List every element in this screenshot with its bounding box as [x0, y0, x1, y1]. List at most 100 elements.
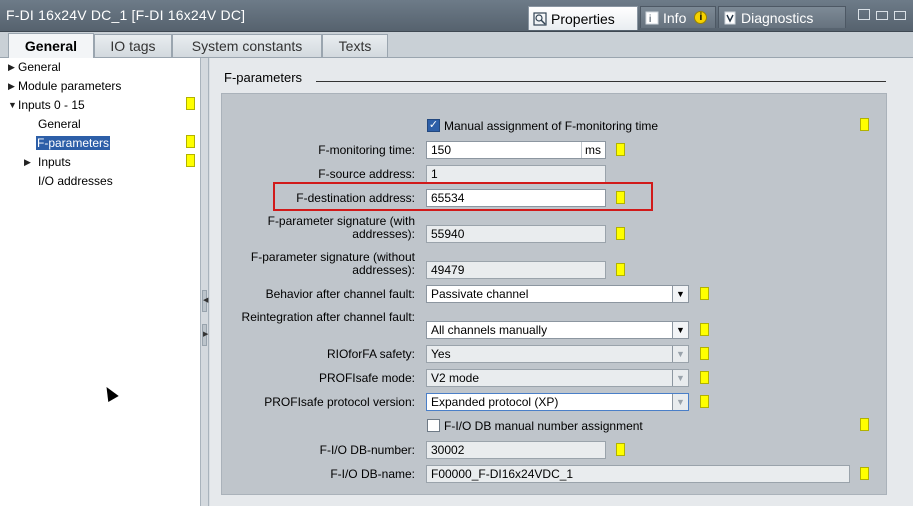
destination-address-label: F-destination address: [296, 191, 415, 205]
collapse-left-icon[interactable]: ◀ [202, 290, 208, 312]
diagnostics-tab-label: Diagnostics [741, 9, 814, 26]
warning-flag-icon [700, 287, 709, 300]
signature-without-field: 49479 [426, 261, 606, 279]
monitoring-time-input[interactable]: 150 ms [426, 141, 606, 159]
warning-flag-icon [616, 443, 625, 456]
manual-monitoring-checkbox[interactable]: ✓ [427, 119, 440, 132]
tree-item-f-parameters[interactable]: F-parameters [34, 135, 112, 151]
tab-texts[interactable]: Texts [322, 34, 388, 57]
db-manual-checkbox[interactable] [427, 419, 440, 432]
tree-item-label: Inputs [38, 155, 71, 169]
tab-io-tags[interactable]: IO tags [94, 34, 172, 57]
db-name-label: F-I/O DB-name: [330, 467, 415, 481]
reintegration-value: All channels manually [431, 323, 548, 337]
profisafe-mode-value: V2 mode [431, 371, 480, 385]
tree-item-io-addresses[interactable]: I/O addresses [38, 173, 113, 189]
behavior-fault-value: Passivate channel [431, 287, 529, 301]
f-parameters-panel: ✓ Manual assignment of F-monitoring time… [221, 93, 887, 495]
warning-flag-icon [860, 118, 869, 131]
riofofa-label: RIOforFA safety: [326, 347, 415, 361]
db-manual-label: F-I/O DB manual number assignment [444, 419, 643, 433]
maximize-icon[interactable] [894, 11, 906, 20]
warning-flag-icon [700, 347, 709, 360]
manual-monitoring-label: Manual assignment of F-monitoring time [444, 119, 659, 133]
diagnostics-icon [723, 11, 737, 25]
warning-flag-icon [186, 135, 195, 148]
tree-item-label: General [38, 117, 81, 131]
tree-item-inputs-0-15[interactable]: ▼ Inputs 0 - 15 [8, 97, 85, 113]
dropdown-arrow-icon: ▼ [672, 370, 688, 386]
navigation-tree: ▶ General ▶ Module parameters ▼ Inputs 0… [0, 58, 201, 506]
signature-without-label: F-parameter signature (without addresses… [250, 250, 415, 277]
properties-content: F-parameters ✓ Manual assignment of F-mo… [210, 58, 913, 506]
tree-item-label: F-parameters [34, 135, 112, 151]
window-title: F-DI 16x24V DC_1 [F-DI 16x24V DC] [6, 7, 246, 23]
behavior-fault-label: Behavior after channel fault: [265, 287, 415, 301]
inspector-tabs: General IO tags System constants Texts [0, 32, 913, 58]
properties-tab-label: Properties [551, 10, 615, 27]
warning-flag-icon [186, 97, 195, 110]
riofofa-value: Yes [431, 347, 451, 361]
warning-flag-icon [616, 227, 625, 240]
monitoring-time-value: 150 [431, 143, 452, 157]
tree-item-label: General [18, 60, 61, 74]
info-tab[interactable]: i Info i [640, 6, 716, 28]
profisafe-protocol-label: PROFIsafe protocol version: [264, 395, 415, 409]
db-number-label: F-I/O DB-number: [319, 443, 415, 457]
warning-flag-icon [186, 154, 195, 167]
expand-arrow-icon[interactable]: ▶ [8, 62, 18, 73]
restore-icon[interactable] [858, 9, 870, 20]
info-tab-label: Info [663, 9, 687, 26]
info-warning-icon: i [694, 11, 708, 24]
warning-flag-icon [616, 263, 625, 276]
title-bar: F-DI 16x24V DC_1 [F-DI 16x24V DC] Proper… [0, 0, 913, 32]
destination-address-input[interactable]: 65534 [426, 189, 606, 207]
profisafe-protocol-select[interactable]: Expanded protocol (XP) ▼ [426, 393, 689, 411]
monitoring-time-unit: ms [581, 142, 605, 158]
mouse-cursor-icon [101, 383, 119, 403]
info-icon: i [645, 11, 659, 25]
properties-icon [533, 11, 547, 26]
expand-arrow-icon[interactable]: ▶ [8, 81, 18, 92]
warning-flag-icon [700, 371, 709, 384]
warning-flag-icon [700, 323, 709, 336]
dropdown-arrow-icon: ▼ [672, 346, 688, 362]
warning-flag-icon [616, 191, 625, 204]
tree-item-label: Inputs 0 - 15 [18, 98, 85, 112]
profisafe-mode-label: PROFIsafe mode: [318, 371, 415, 385]
warning-flag-icon [860, 467, 869, 480]
tree-item-general[interactable]: ▶ General [8, 59, 61, 75]
monitoring-time-label: F-monitoring time: [318, 143, 415, 157]
db-number-field: 30002 [426, 441, 606, 459]
collapse-arrow-icon[interactable]: ▼ [8, 100, 18, 110]
warning-flag-icon [616, 143, 625, 156]
reintegration-select[interactable]: All channels manually ▼ [426, 321, 689, 339]
dropdown-arrow-icon[interactable]: ▼ [672, 322, 688, 338]
pane-splitter[interactable]: ◀ ▶ [201, 58, 209, 506]
source-address-field: 1 [426, 165, 606, 183]
warning-flag-icon [700, 395, 709, 408]
properties-tab[interactable]: Properties [528, 6, 638, 30]
svg-text:i: i [649, 14, 651, 25]
profisafe-protocol-value: Expanded protocol (XP) [431, 395, 559, 409]
tree-item-module-parameters[interactable]: ▶ Module parameters [8, 78, 121, 94]
tree-item-inputs[interactable]: ▶ Inputs [24, 154, 71, 170]
tree-item-inputs-general[interactable]: General [38, 116, 81, 132]
expand-right-icon[interactable]: ▶ [202, 324, 208, 346]
signature-with-field: 55940 [426, 225, 606, 243]
menu-icon[interactable] [876, 11, 888, 20]
warning-flag-icon [860, 418, 869, 431]
tree-item-label: Module parameters [18, 79, 122, 93]
expand-arrow-icon[interactable]: ▶ [24, 157, 34, 168]
reintegration-label: Reintegration after channel fault: [241, 310, 415, 324]
signature-with-label: F-parameter signature (with addresses): [267, 214, 415, 241]
tab-general[interactable]: General [8, 33, 94, 58]
diagnostics-tab[interactable]: Diagnostics [718, 6, 846, 28]
db-name-field: F00000_F-DI16x24VDC_1 [426, 465, 850, 483]
dropdown-arrow-icon[interactable]: ▼ [672, 394, 688, 410]
behavior-fault-select[interactable]: Passivate channel ▼ [426, 285, 689, 303]
dropdown-arrow-icon[interactable]: ▼ [672, 286, 688, 302]
profisafe-mode-select: V2 mode ▼ [426, 369, 689, 387]
section-divider [316, 81, 886, 82]
tab-system-constants[interactable]: System constants [172, 34, 322, 57]
